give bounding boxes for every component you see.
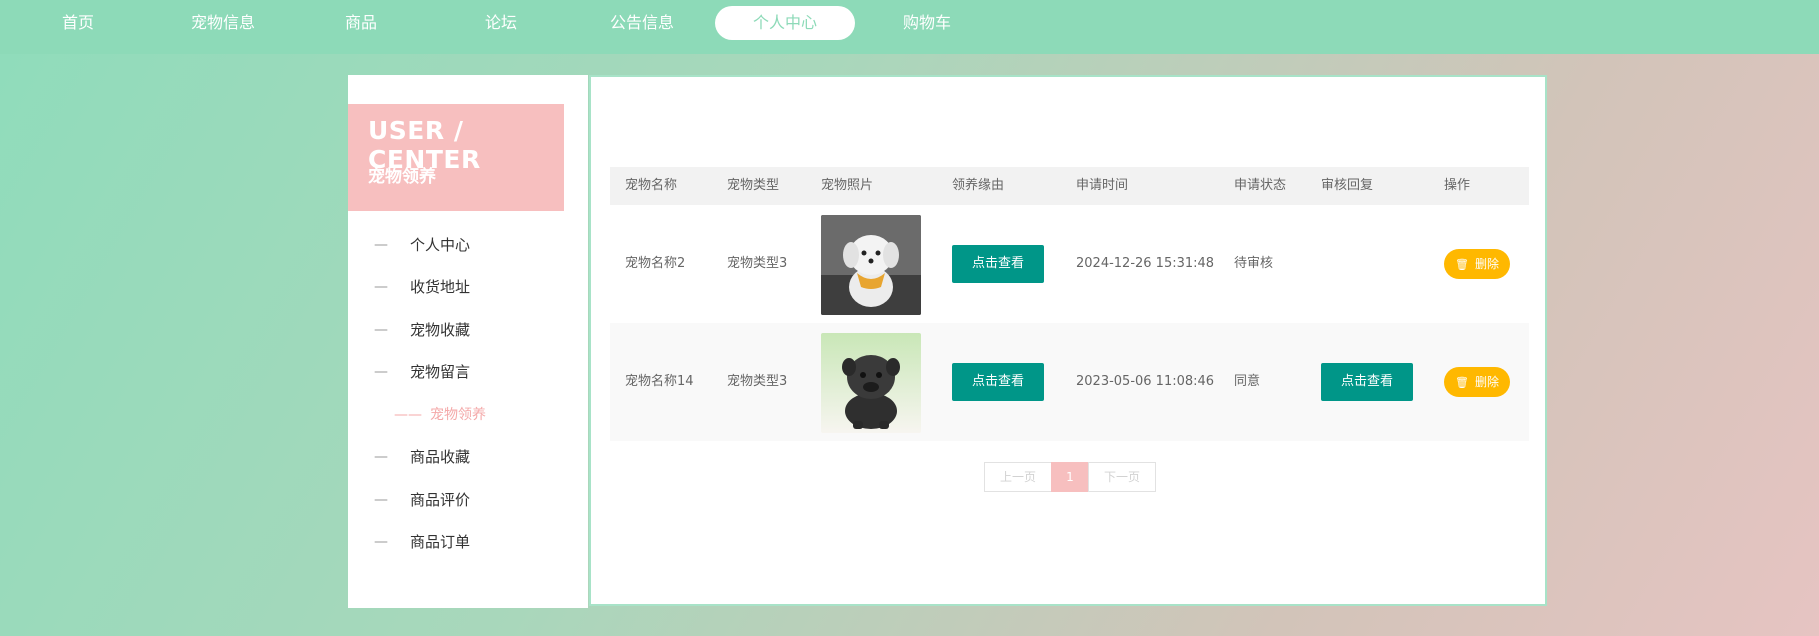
cell-status: 同意 (1234, 374, 1261, 389)
nav-user-center[interactable]: 个人中心 (715, 6, 855, 40)
col-header-pet-photo: 宠物照片 (821, 178, 874, 193)
delete-button[interactable]: 🗑 删除 (1444, 249, 1510, 279)
top-nav: 首页 宠物信息 商品 论坛 公告信息 个人中心 购物车 (0, 0, 1819, 54)
nav-products[interactable]: 商品 (331, 7, 391, 39)
dash-icon: —— (394, 407, 422, 423)
sidebar-item-label: 收货地址 (410, 278, 471, 296)
sidebar-item-address[interactable]: — 收货地址 (348, 272, 588, 302)
cell-status: 待审核 (1234, 256, 1274, 271)
nav-pet-info[interactable]: 宠物信息 (183, 7, 263, 39)
prev-page-button[interactable]: 上一页 (984, 462, 1052, 492)
dash-icon: — (374, 364, 388, 380)
cell-pet-type: 宠物类型3 (727, 374, 788, 389)
next-page-button[interactable]: 下一页 (1088, 462, 1156, 492)
sidebar-header: USER / CENTER 宠物领养 (348, 104, 564, 211)
sidebar-item-pet-favorites[interactable]: — 宠物收藏 (348, 315, 588, 345)
col-header-reason: 领养缘由 (952, 178, 1005, 193)
view-reason-button[interactable]: 点击查看 (952, 363, 1044, 401)
sidebar-item-label: 宠物收藏 (410, 321, 471, 339)
nav-announcements[interactable]: 公告信息 (600, 7, 684, 39)
cell-pet-name: 宠物名称2 (625, 256, 686, 271)
sidebar-item-label: 宠物领养 (430, 407, 486, 423)
sidebar-item-label: 商品评价 (410, 491, 471, 509)
dash-icon: — (374, 534, 388, 550)
col-header-pet-name: 宠物名称 (625, 178, 678, 193)
col-header-reply: 审核回复 (1321, 178, 1374, 193)
dash-icon: — (374, 279, 388, 295)
nav-forum[interactable]: 论坛 (471, 7, 531, 39)
sidebar-subtitle: 宠物领养 (368, 167, 436, 187)
view-reply-button[interactable]: 点击查看 (1321, 363, 1413, 401)
sidebar-item-pet-adoption[interactable]: —— 宠物领养 (348, 400, 588, 430)
sidebar-item-pet-messages[interactable]: — 宠物留言 (348, 357, 588, 387)
view-reason-button[interactable]: 点击查看 (952, 245, 1044, 283)
sidebar-item-label: 宠物留言 (410, 363, 471, 381)
cell-pet-name: 宠物名称14 (625, 374, 694, 389)
table-row: 宠物名称14 宠物类型3 点击查看 2023-05-06 11:08:46 同意… (610, 323, 1529, 441)
delete-label: 删除 (1474, 257, 1499, 271)
sidebar-item-label: 个人中心 (410, 236, 471, 254)
sidebar: USER / CENTER 宠物领养 — 个人中心 — 收货地址 — 宠物收藏 … (348, 75, 588, 608)
main-panel: 宠物名称 宠物类型 宠物照片 领养缘由 申请时间 申请状态 审核回复 操作 宠物… (589, 75, 1547, 606)
pet-photo (821, 215, 921, 315)
col-header-actions: 操作 (1444, 178, 1471, 193)
page-1-button[interactable]: 1 (1051, 462, 1089, 492)
sidebar-item-label: 商品收藏 (410, 448, 471, 466)
white-puppy-photo (821, 215, 921, 315)
sidebar-item-product-favorites[interactable]: — 商品收藏 (348, 442, 588, 472)
sidebar-item-user-center[interactable]: — 个人中心 (348, 230, 588, 260)
trash-icon: 🗑 (1455, 376, 1469, 389)
cell-apply-time: 2023-05-06 11:08:46 (1076, 374, 1215, 389)
dash-icon: — (374, 492, 388, 508)
trash-icon: 🗑 (1455, 258, 1469, 271)
delete-label: 删除 (1474, 375, 1499, 389)
dash-icon: — (374, 449, 388, 465)
col-header-apply-time: 申请时间 (1076, 178, 1129, 193)
cell-apply-time: 2024-12-26 15:31:48 (1076, 256, 1215, 271)
black-pug-photo (821, 333, 921, 433)
delete-button[interactable]: 🗑 删除 (1444, 367, 1510, 397)
nav-home[interactable]: 首页 (48, 7, 108, 39)
col-header-status: 申请状态 (1234, 178, 1287, 193)
sidebar-item-product-orders[interactable]: — 商品订单 (348, 527, 588, 557)
dash-icon: — (374, 322, 388, 338)
dash-icon: — (374, 237, 388, 253)
sidebar-item-label: 商品订单 (410, 533, 471, 551)
pet-photo (821, 333, 921, 433)
nav-cart[interactable]: 购物车 (897, 7, 957, 39)
sidebar-item-product-reviews[interactable]: — 商品评价 (348, 485, 588, 515)
table-row: 宠物名称2 宠物类型3 点击查看 2024-12-26 15:31:48 待审核… (610, 205, 1529, 323)
table-header: 宠物名称 宠物类型 宠物照片 领养缘由 申请时间 申请状态 审核回复 操作 (610, 167, 1529, 205)
col-header-pet-type: 宠物类型 (727, 178, 780, 193)
cell-pet-type: 宠物类型3 (727, 256, 788, 271)
